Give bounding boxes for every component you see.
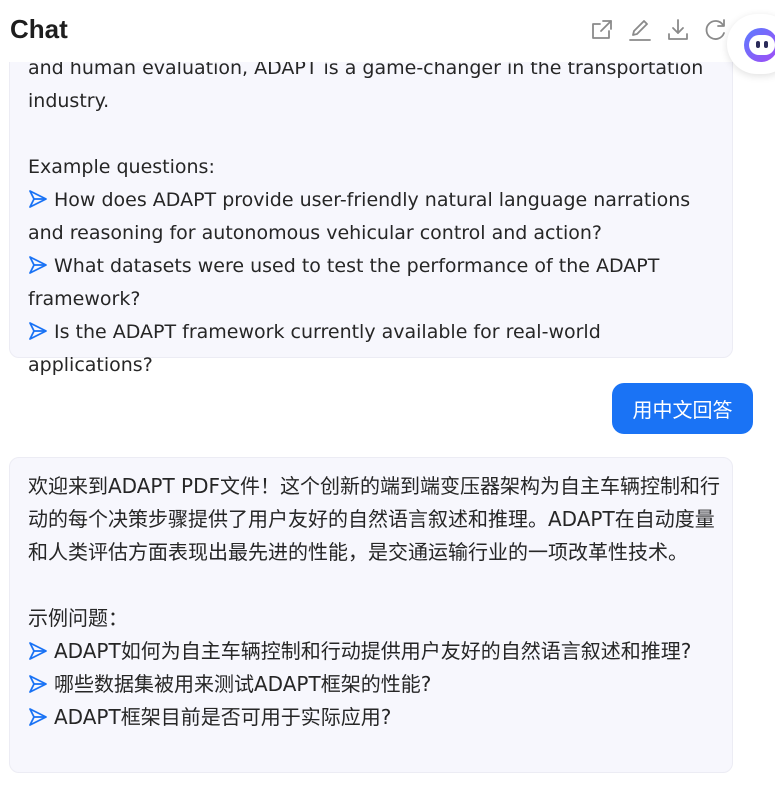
send-arrow-icon [29,256,47,274]
suggested-question[interactable]: ADAPT如何为自主车辆控制和行动提供用户友好的自然语言叙述和推理? [28,635,722,668]
send-arrow-icon [29,190,47,208]
edit-icon [629,20,651,41]
suggested-question-text: Is the ADAPT framework currently availab… [28,321,601,376]
suggested-question-text: ADAPT框架目前是否可用于实际应用? [54,705,392,729]
suggested-question[interactable]: Is the ADAPT framework currently availab… [28,316,722,382]
share-icon [592,20,612,39]
share-button[interactable] [588,15,616,45]
edit-button[interactable] [626,15,654,45]
header-toolbar [588,15,730,45]
assistant-message: 欢迎来到ADAPT PDF文件！这个创新的端到端变压器架构为自主车辆控制和行动的… [9,457,733,773]
suggested-question[interactable]: ADAPT框架目前是否可用于实际应用? [28,701,722,734]
send-arrow-icon [29,322,47,340]
example-questions-heading: Example questions: [28,156,215,178]
refresh-button[interactable] [702,15,730,45]
send-arrow-icon [29,675,47,693]
send-arrow-icon [29,642,47,660]
suggested-question-text: What datasets were used to test the perf… [28,255,660,310]
suggested-question[interactable]: 哪些数据集被用来测试ADAPT框架的性能? [28,668,722,701]
example-questions-heading: 示例问题： [28,606,128,630]
suggested-question-text: ADAPT如何为自主车辆控制和行动提供用户友好的自然语言叙述和推理? [54,639,692,663]
download-button[interactable] [664,15,692,45]
download-icon [668,19,688,40]
suggested-question-text: How does ADAPT provide user-friendly nat… [28,189,691,244]
user-message: 用中文回答 [612,383,753,434]
suggested-question[interactable]: What datasets were used to test the perf… [28,250,722,316]
suggested-question[interactable]: How does ADAPT provide user-friendly nat… [28,184,722,250]
chat-header: Chat [0,0,775,62]
send-arrow-icon [29,708,47,726]
suggested-question-text: 哪些数据集被用来测试ADAPT框架的性能? [54,672,432,696]
page-title: Chat [10,14,68,44]
refresh-icon [705,19,725,40]
assistant-avatar-icon [744,28,775,62]
assistant-avatar-button[interactable] [727,14,775,74]
message-text: 欢迎来到ADAPT PDF文件！这个创新的端到端变压器架构为自主车辆控制和行动的… [28,474,721,564]
